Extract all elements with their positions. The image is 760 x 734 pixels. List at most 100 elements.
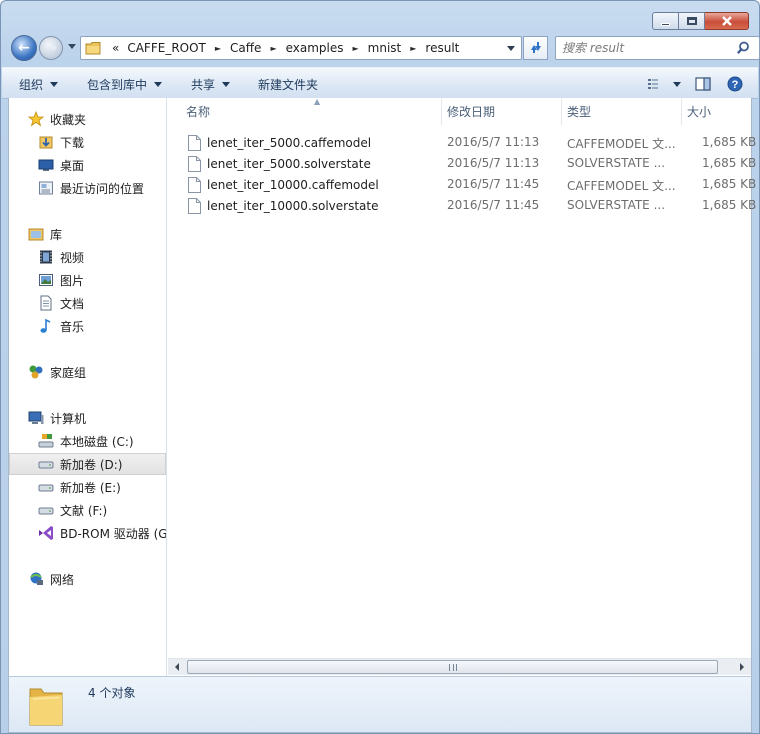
column-date-label: 修改日期	[447, 105, 496, 119]
breadcrumb-caffe-root[interactable]: CAFFE_ROOT	[127, 41, 206, 55]
pictures-icon	[38, 272, 54, 288]
file-size: 1,685 KB	[702, 156, 757, 170]
new-folder-button[interactable]: 新建文件夹	[258, 76, 318, 93]
drive-icon	[38, 502, 54, 518]
address-bar[interactable]: « CAFFE_ROOT ► Caffe ► examples ► mnist …	[80, 36, 522, 60]
chevron-down-icon	[154, 82, 163, 87]
network-icon	[28, 571, 44, 587]
file-date: 2016/5/7 11:45	[447, 177, 540, 191]
blank-file-icon	[188, 177, 201, 193]
navigation-pane[interactable]: 收藏夹 下载 桌面 最近访问的位置 库 视频 图片 文档 音乐 家庭组 计算机 …	[9, 98, 167, 676]
breadcrumb-examples[interactable]: examples	[286, 41, 344, 55]
nav-computer[interactable]: 计算机	[28, 407, 166, 429]
nav-drive-bd-label: BD-ROM 驱动器 (G	[60, 526, 167, 541]
breadcrumb-arrow-icon[interactable]: ►	[410, 44, 416, 53]
folder-icon	[85, 42, 101, 55]
file-type: SOLVERSTATE ...	[567, 156, 666, 170]
chevron-down-icon	[50, 82, 59, 87]
details-pane: 4 个对象	[8, 676, 752, 733]
item-count: 4 个对象	[88, 686, 136, 700]
main-area: 收藏夹 下载 桌面 最近访问的位置 库 视频 图片 文档 音乐 家庭组 计算机 …	[8, 97, 756, 676]
breadcrumb-caffe[interactable]: Caffe	[230, 41, 261, 55]
nav-drive-f[interactable]: 文献 (F:)	[38, 499, 166, 521]
file-type: SOLVERSTATE ...	[567, 198, 666, 212]
file-name-cell: lenet_iter_10000.caffemodel	[188, 177, 438, 193]
maximize-icon	[686, 17, 697, 25]
nav-libraries-label: 库	[50, 227, 63, 242]
file-row[interactable]: lenet_iter_5000.solverstate 2016/5/7 11:…	[168, 153, 756, 174]
file-name: lenet_iter_10000.solverstate	[207, 199, 379, 213]
blank-file-icon	[188, 156, 201, 172]
address-row: ← → « CAFFE_ROOT ► Caffe ► examples ► mn…	[9, 35, 760, 61]
breadcrumb-arrow-icon[interactable]: ►	[215, 44, 221, 53]
file-date: 2016/5/7 11:13	[447, 156, 540, 170]
nav-downloads[interactable]: 下载	[38, 131, 166, 153]
file-name-cell: lenet_iter_5000.solverstate	[188, 156, 438, 172]
column-header-date[interactable]: 修改日期	[441, 98, 562, 125]
nav-drive-bd[interactable]: BD-ROM 驱动器 (G	[38, 522, 167, 544]
file-row[interactable]: lenet_iter_5000.caffemodel 2016/5/7 11:1…	[168, 132, 756, 153]
scroll-right-icon[interactable]	[740, 663, 744, 671]
nav-favorites[interactable]: 收藏夹	[28, 108, 166, 130]
help-button[interactable]: ?	[724, 74, 746, 94]
nav-homegroup[interactable]: 家庭组	[28, 361, 166, 383]
column-header-type[interactable]: 类型	[561, 98, 682, 125]
share-menu[interactable]: 共享	[191, 76, 231, 93]
caption-buttons	[652, 12, 749, 30]
document-icon	[38, 295, 54, 311]
nav-drive-e-label: 新加卷 (E:)	[60, 480, 121, 495]
nav-drive-e[interactable]: 新加卷 (E:)	[38, 476, 166, 498]
nav-recent-places[interactable]: 最近访问的位置	[38, 177, 166, 199]
column-header-name[interactable]: ▲ 名称	[180, 97, 442, 125]
nav-desktop[interactable]: 桌面	[38, 154, 166, 176]
drive-icon	[38, 479, 54, 495]
address-history-dropdown[interactable]	[503, 40, 519, 56]
horizontal-scrollbar[interactable]	[168, 658, 751, 675]
search-input[interactable]	[562, 40, 732, 56]
file-row[interactable]: lenet_iter_10000.caffemodel 2016/5/7 11:…	[168, 174, 756, 195]
column-header-size[interactable]: 大小	[681, 98, 760, 125]
breadcrumb-mnist[interactable]: mnist	[368, 41, 402, 55]
close-button[interactable]	[705, 12, 749, 30]
preview-pane-button[interactable]	[692, 74, 714, 94]
file-type: CAFFEMODEL 文...	[567, 137, 676, 151]
share-label: 共享	[191, 78, 216, 92]
minimize-icon	[661, 22, 670, 26]
nav-drive-c[interactable]: 本地磁盘 (C:)	[38, 430, 166, 452]
svg-text:?: ?	[732, 79, 739, 91]
breadcrumb-overflow[interactable]: «	[112, 41, 119, 55]
file-row[interactable]: lenet_iter_10000.solverstate 2016/5/7 11…	[168, 195, 756, 216]
scroll-left-icon[interactable]	[175, 663, 179, 671]
change-view-button[interactable]	[646, 74, 682, 94]
nav-videos[interactable]: 视频	[38, 246, 166, 268]
nav-pictures[interactable]: 图片	[38, 269, 166, 291]
nav-homegroup-label: 家庭组	[50, 365, 87, 380]
sort-ascending-icon: ▲	[314, 97, 321, 106]
nav-documents[interactable]: 文档	[38, 292, 166, 314]
file-name: lenet_iter_5000.solverstate	[207, 157, 371, 171]
minimize-button[interactable]	[652, 12, 679, 30]
refresh-button[interactable]	[523, 36, 548, 60]
file-list-pane[interactable]: ▲ 名称 修改日期 类型 大小 lenet_iter_5000.caffemod…	[168, 97, 756, 676]
search-box[interactable]	[555, 36, 760, 60]
nav-network[interactable]: 网络	[28, 568, 166, 590]
forward-button[interactable]: →	[39, 36, 63, 60]
scrollbar-thumb[interactable]	[187, 660, 718, 674]
grip-icon	[448, 663, 457, 671]
nav-drive-d-label: 新加卷 (D:)	[60, 457, 123, 472]
column-size-label: 大小	[687, 105, 712, 119]
search-icon[interactable]	[737, 40, 753, 56]
maximize-button[interactable]	[679, 12, 705, 30]
breadcrumb-result[interactable]: result	[425, 41, 459, 55]
include-in-library-menu[interactable]: 包含到库中	[87, 76, 163, 93]
breadcrumb-arrow-icon[interactable]: ►	[353, 44, 359, 53]
nav-drive-d[interactable]: 新加卷 (D:)	[9, 453, 166, 475]
breadcrumb-arrow-icon[interactable]: ►	[270, 44, 276, 53]
file-type: CAFFEMODEL 文...	[567, 179, 676, 193]
recent-pages-dropdown[interactable]	[68, 44, 76, 49]
back-button[interactable]: ←	[11, 35, 37, 61]
file-size: 1,685 KB	[702, 135, 757, 149]
nav-libraries[interactable]: 库	[28, 223, 166, 245]
nav-music[interactable]: 音乐	[38, 315, 166, 337]
organize-menu[interactable]: 组织	[19, 76, 59, 93]
